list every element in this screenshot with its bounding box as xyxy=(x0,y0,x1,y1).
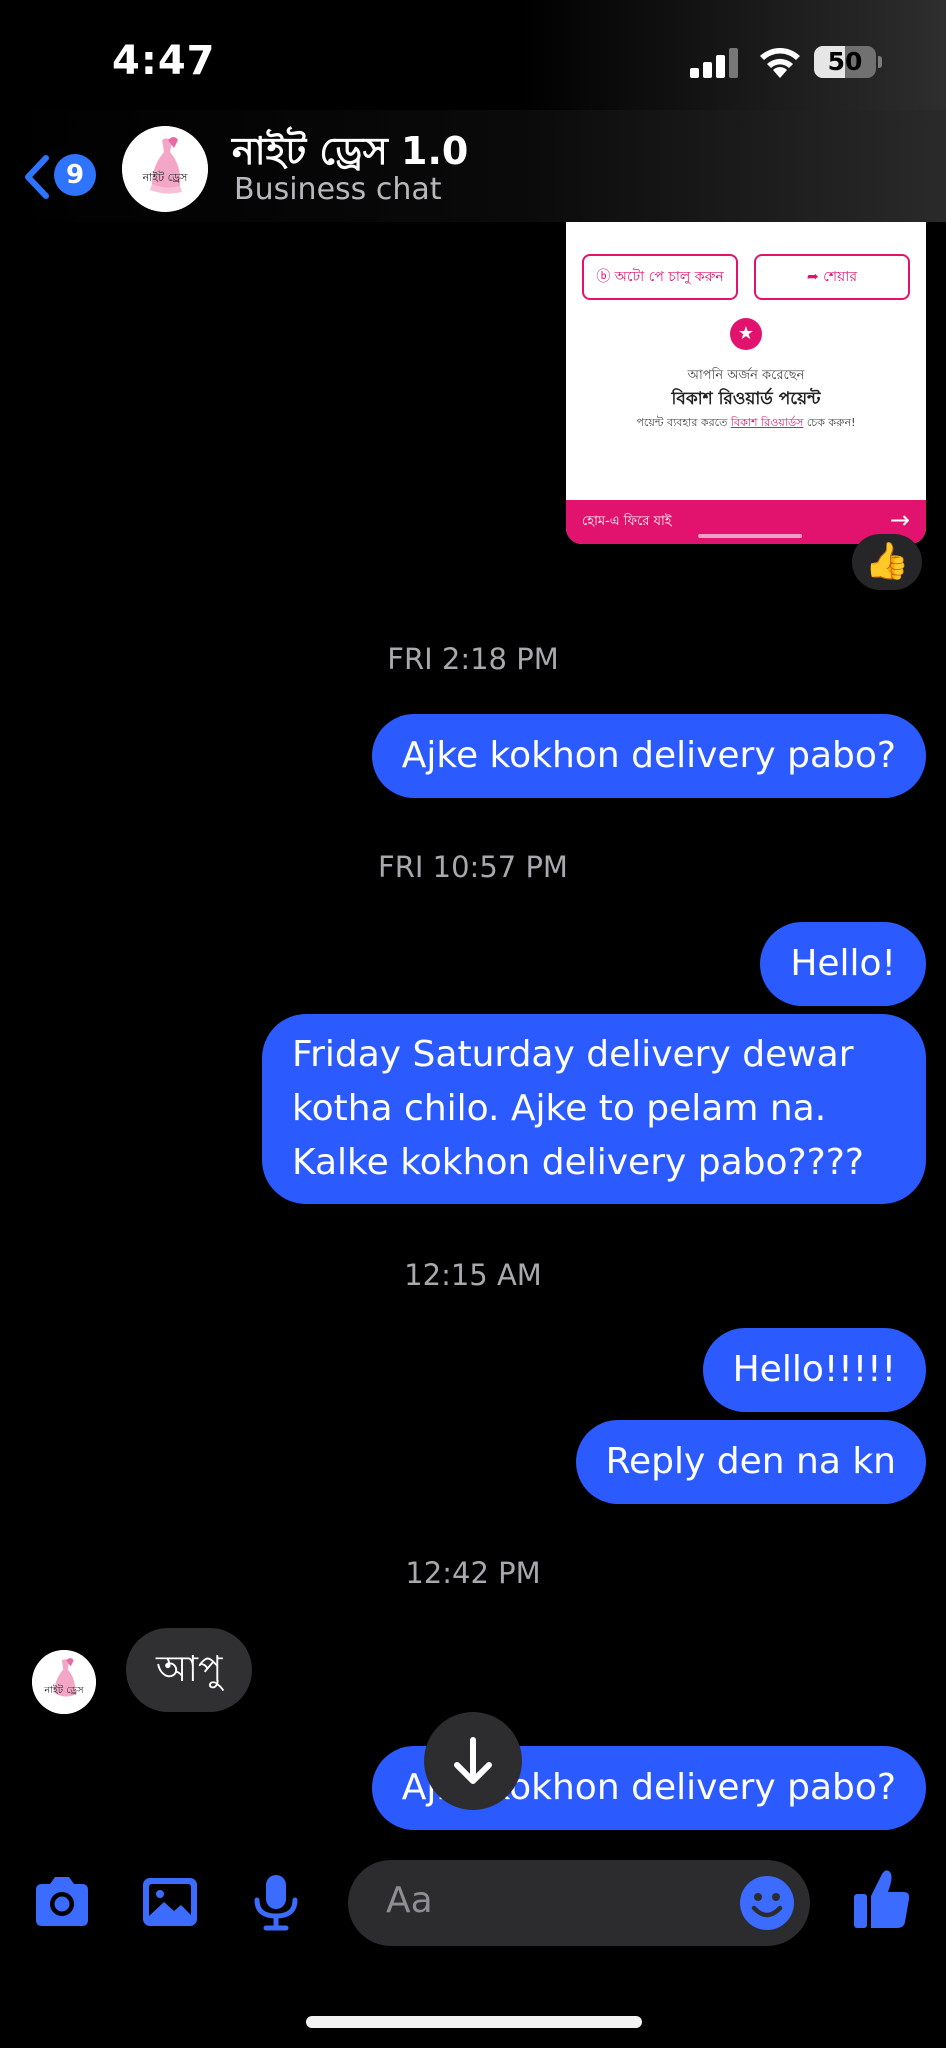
battery-percentage: 50 xyxy=(827,47,863,76)
outgoing-message[interactable]: Reply den na kn xyxy=(575,1420,926,1504)
arrow-down-icon xyxy=(454,1737,492,1784)
share-button-label: শেয়ার xyxy=(823,269,858,285)
chat-subtitle: Business chat xyxy=(234,172,442,207)
chevron-left-icon xyxy=(25,155,49,199)
message-input[interactable]: Aa xyxy=(348,1860,810,1946)
thumbs-up-icon[interactable] xyxy=(852,1866,912,1932)
thumbs-up-reaction-icon[interactable]: 👍 xyxy=(852,534,922,590)
timestamp: 12:15 AM xyxy=(404,1258,542,1292)
timestamp: 12:42 PM xyxy=(405,1556,541,1590)
cellular-signal-icon xyxy=(690,48,738,78)
gallery-icon[interactable] xyxy=(138,1872,202,1932)
outgoing-message[interactable]: Hello!!!!! xyxy=(702,1328,926,1412)
home-indicator xyxy=(306,2016,642,2028)
wifi-icon xyxy=(760,48,800,78)
scroll-to-bottom-button[interactable] xyxy=(424,1712,522,1810)
back-button[interactable]: 9 xyxy=(18,148,98,208)
battery-indicator: 50 xyxy=(814,46,876,78)
arrow-right-icon: → xyxy=(889,506,910,534)
avatar-text: নাইট ড্রেস xyxy=(43,1683,84,1696)
home-back-text: হোম-এ ফিরে যাই xyxy=(582,514,672,529)
share-button: ➦ শেয়ার xyxy=(754,254,910,300)
reward-note: পয়েন্ট ব্যবহার করতে বিকাশ রিওয়ার্ডস চে… xyxy=(566,414,926,433)
avatar-text: নাইট ড্রেস xyxy=(142,171,188,184)
dress-logo-icon: নাইট ড্রেস xyxy=(32,1650,96,1714)
status-bar: 4:47 50 xyxy=(0,0,946,120)
autopay-icon: ⓑ xyxy=(596,269,615,285)
battery-nub xyxy=(878,56,882,68)
outgoing-message[interactable]: Friday Saturday delivery dewar kotha chi… xyxy=(262,1014,926,1204)
reward-note-link: বিকাশ রিওয়ার্ডস xyxy=(730,416,804,429)
timestamp: FRI 2:18 PM xyxy=(387,642,559,676)
chat-header: 9 নাইট ড্রেস নাইট ড্রেস 1.0 Business cha… xyxy=(0,110,946,222)
outgoing-message[interactable]: Hello! xyxy=(760,922,926,1006)
sender-avatar[interactable]: নাইট ড্রেস xyxy=(32,1650,96,1714)
microphone-icon[interactable] xyxy=(244,1872,308,1932)
timestamp: FRI 10:57 PM xyxy=(378,850,568,884)
reward-note-before: পয়েন্ট ব্যবহার করতে xyxy=(636,416,728,429)
emoji-icon[interactable] xyxy=(738,1874,796,1932)
camera-icon[interactable] xyxy=(30,1872,94,1932)
autopay-button-label: অটো পে চালু করুন xyxy=(614,269,724,285)
incoming-message[interactable]: আপু xyxy=(126,1628,253,1712)
dress-logo-icon: নাইট ড্রেস xyxy=(122,126,208,212)
earned-text: আপনি অর্জন করেছেন xyxy=(687,368,805,383)
outgoing-message[interactable]: Ajke kokhon delivery pabo? xyxy=(371,714,926,798)
star-icon: ★ xyxy=(730,318,762,350)
shared-image-message[interactable]: ⓑ অটো পে চালু করুন ➦ শেয়ার ★ আপনি অর্জন… xyxy=(566,222,926,544)
reward-title: বিকাশ রিওয়ার্ড পয়েন্ট xyxy=(671,389,821,409)
unread-count-badge: 9 xyxy=(54,154,96,196)
message-input-placeholder: Aa xyxy=(386,1880,433,1921)
avatar[interactable]: নাইট ড্রেস xyxy=(122,126,208,212)
card-home-indicator xyxy=(698,534,802,538)
status-time: 4:47 xyxy=(112,38,216,84)
autopay-button: ⓑ অটো পে চালু করুন xyxy=(582,254,738,300)
share-icon: ➦ xyxy=(806,269,824,285)
reward-note-after: চেক করুন! xyxy=(806,416,856,429)
